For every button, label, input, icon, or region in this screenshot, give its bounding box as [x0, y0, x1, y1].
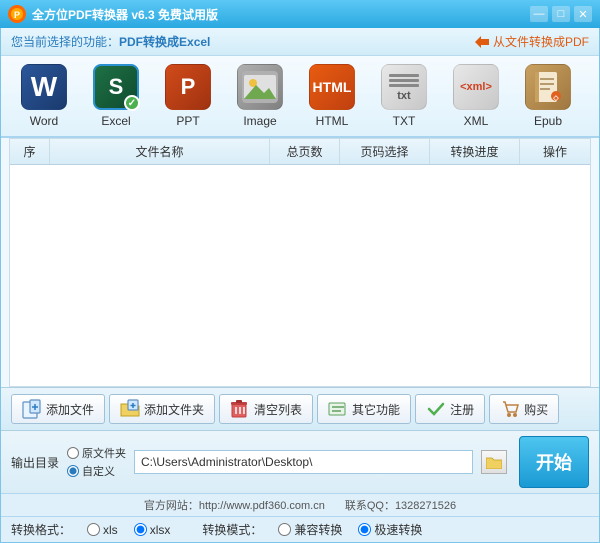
tool-image[interactable]: Image — [229, 64, 291, 128]
mode-compatible[interactable]: 兼容转换 — [278, 521, 342, 538]
txt-icon: txt — [381, 64, 427, 110]
col-index: 序 — [10, 139, 50, 164]
website-row: 官方网站：http://www.pdf360.com.cn 联系QQ：13282… — [1, 493, 599, 516]
bottom-toolbar: 添加文件 添加文件夹 — [1, 387, 599, 430]
close-button[interactable]: ✕ — [574, 6, 592, 22]
register-button[interactable]: 注册 — [415, 394, 485, 424]
tool-xml[interactable]: <xml> XML — [445, 64, 507, 128]
other-func-button[interactable]: 其它功能 — [317, 394, 411, 424]
output-dir-label: 输出目录 — [11, 454, 59, 471]
register-icon — [426, 399, 446, 419]
minimize-button[interactable]: — — [530, 6, 548, 22]
col-action: 操作 — [520, 139, 590, 164]
app-icon: P — [8, 5, 26, 23]
epub-icon: ◇ — [525, 64, 571, 110]
switch-icon — [475, 35, 489, 49]
word-icon: W — [21, 64, 67, 110]
tool-html[interactable]: HTML HTML — [301, 64, 363, 128]
image-icon — [237, 64, 283, 110]
add-folder-button[interactable]: 添加文件夹 — [109, 394, 215, 424]
format-xlsx-input[interactable] — [134, 523, 147, 536]
mode-label: 转换模式： — [202, 521, 262, 538]
svg-text:P: P — [14, 10, 20, 20]
col-pages: 总页数 — [270, 139, 340, 164]
current-function-label: 您当前选择的功能：PDF转换成Excel — [11, 33, 210, 50]
tool-txt[interactable]: txt TXT — [373, 64, 435, 128]
col-progress: 转换进度 — [430, 139, 520, 164]
mode-fast-input[interactable] — [358, 523, 371, 536]
tool-word[interactable]: W Word — [13, 64, 75, 128]
table-body — [10, 165, 590, 386]
top-bar: 您当前选择的功能：PDF转换成Excel 从文件转换成PDF — [1, 28, 599, 56]
tool-epub[interactable]: ◇ Epub — [517, 64, 579, 128]
table-header: 序 文件名称 总页数 页码选择 转换进度 操作 — [10, 139, 590, 165]
selected-badge: ✓ — [124, 95, 140, 111]
switch-to-pdf-link[interactable]: 从文件转换成PDF — [475, 33, 589, 50]
output-radio-group: 原文件夹 自定义 — [67, 445, 126, 479]
tool-ppt[interactable]: P PPT — [157, 64, 219, 128]
start-button[interactable]: 开始 — [519, 436, 589, 488]
output-dir-row: 输出目录 原文件夹 自定义 开始 — [1, 430, 599, 493]
buy-icon — [500, 399, 520, 419]
radio-custom[interactable]: 自定义 — [67, 463, 126, 479]
col-page-select: 页码选择 — [340, 139, 430, 164]
website-link[interactable]: 官方网站：http://www.pdf360.com.cn — [144, 497, 325, 513]
window-controls: — □ ✕ — [530, 6, 592, 22]
file-table: 序 文件名称 总页数 页码选择 转换进度 操作 — [9, 138, 591, 387]
folder-browse-icon — [486, 455, 502, 469]
clear-list-button[interactable]: 清空列表 — [219, 394, 313, 424]
format-xlsx[interactable]: xlsx — [134, 523, 171, 537]
main-container: 您当前选择的功能：PDF转换成Excel 从文件转换成PDF W Word S … — [0, 28, 600, 543]
radio-original-input[interactable] — [67, 447, 79, 459]
format-row: 转换格式： xls xlsx 转换模式： 兼容转换 极速转换 — [1, 516, 599, 542]
format-label: 转换格式： — [11, 521, 71, 538]
buy-button[interactable]: 购买 — [489, 394, 559, 424]
other-func-icon — [328, 399, 348, 419]
output-path-input[interactable] — [134, 450, 473, 474]
svg-text:◇: ◇ — [552, 95, 559, 102]
col-filename: 文件名称 — [50, 139, 270, 164]
add-folder-icon — [120, 399, 140, 419]
add-file-button[interactable]: 添加文件 — [11, 394, 105, 424]
tool-excel[interactable]: S ✓ Excel — [85, 64, 147, 128]
xml-icon: <xml> — [453, 64, 499, 110]
radio-custom-input[interactable] — [67, 465, 79, 477]
html-icon: HTML — [309, 64, 355, 110]
format-xls[interactable]: xls — [87, 523, 118, 537]
browse-folder-button[interactable] — [481, 450, 507, 474]
format-xls-input[interactable] — [87, 523, 100, 536]
ppt-icon: P — [165, 64, 211, 110]
mode-compatible-input[interactable] — [278, 523, 291, 536]
title-bar: P 全方位PDF转换器 v6.3 免费试用版 — □ ✕ — [0, 0, 600, 28]
mode-fast[interactable]: 极速转换 — [358, 521, 422, 538]
tools-toolbar: W Word S ✓ Excel P PPT — [1, 56, 599, 138]
app-title: 全方位PDF转换器 v6.3 免费试用版 — [32, 6, 530, 23]
contact-info: 联系QQ：1328271526 — [345, 497, 456, 513]
excel-icon: S ✓ — [93, 64, 139, 110]
radio-original-folder[interactable]: 原文件夹 — [67, 445, 126, 461]
add-file-icon — [22, 399, 42, 419]
clear-list-icon — [230, 399, 250, 419]
maximize-button[interactable]: □ — [552, 6, 570, 22]
